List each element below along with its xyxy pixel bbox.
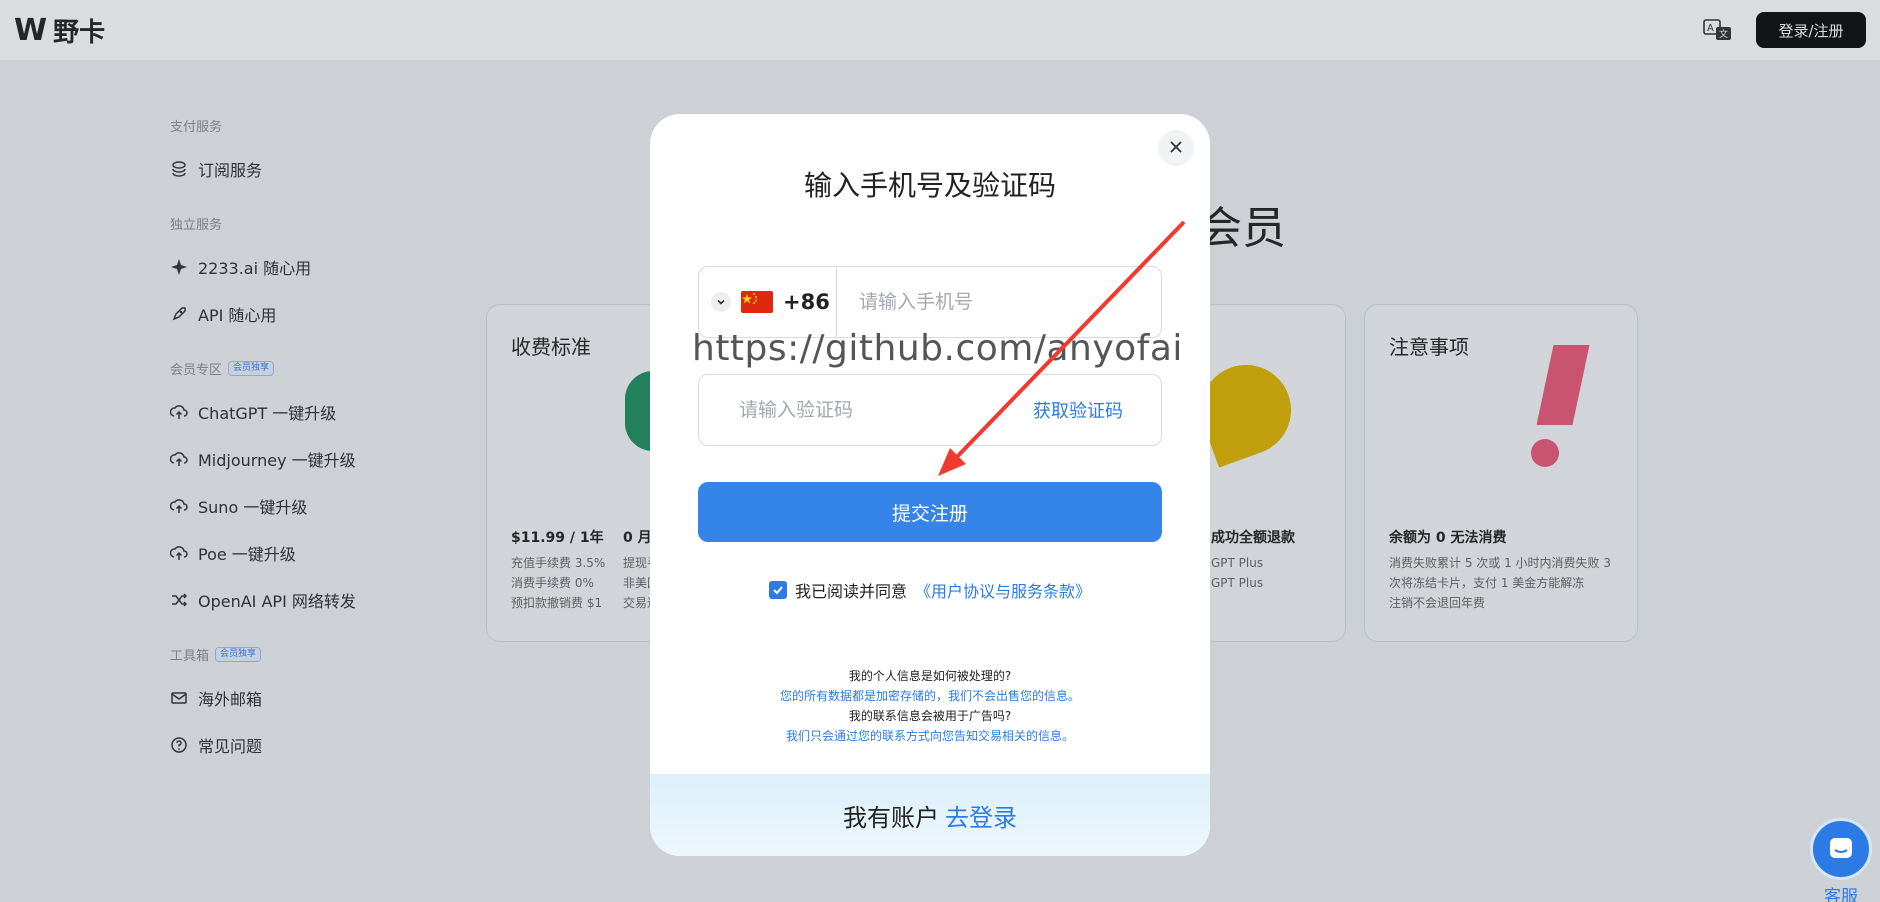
go-login-link[interactable]: 去登录 xyxy=(945,798,1017,833)
agree-text: 我已阅读并同意 xyxy=(794,582,907,601)
country-code-select[interactable]: +86 xyxy=(699,267,837,337)
get-code-button[interactable]: 获取验证码 xyxy=(1033,397,1161,423)
verification-code-input[interactable] xyxy=(699,375,1033,445)
support-label: 客服 xyxy=(1824,887,1858,902)
close-button[interactable] xyxy=(1158,130,1194,166)
china-flag-icon xyxy=(741,291,773,313)
register-modal: 输入手机号及验证码 +86 获取验证码 提交注册 我已阅读并同意 《用户协议与服… xyxy=(650,114,1210,856)
agree-checkbox[interactable] xyxy=(768,581,787,599)
privacy-faq: 我的个人信息是如何被处理的? 您的所有数据都是加密存储的，我们不会出售您的信息。… xyxy=(650,666,1210,746)
terms-link[interactable]: 《用户协议与服务条款》 xyxy=(915,578,1091,602)
faq-question: 我的个人信息是如何被处理的? xyxy=(848,669,1012,683)
modal-title: 输入手机号及验证码 xyxy=(803,169,1056,202)
faq-question: 我的联系信息会被用于广告吗? xyxy=(848,709,1012,723)
watermark-text: https://github.com/anyofai xyxy=(692,328,1183,369)
country-code-label: +86 xyxy=(783,290,830,314)
chat-icon xyxy=(1810,818,1872,880)
faq-answer: 您的所有数据都是加密存储的，我们不会出售您的信息。 xyxy=(779,689,1080,703)
customer-service-widget[interactable]: 客服 xyxy=(1810,818,1872,902)
agreement-row: 我已阅读并同意 《用户协议与服务条款》 xyxy=(650,578,1210,602)
faq-answer: 我们只会通过您的联系方式向您告知交易相关的信息。 xyxy=(785,729,1074,743)
close-icon xyxy=(1169,139,1183,158)
phone-input[interactable] xyxy=(837,267,1161,337)
submit-register-button[interactable]: 提交注册 xyxy=(698,482,1162,542)
modal-footer: 我有账户 去登录 xyxy=(650,774,1210,856)
chevron-down-icon xyxy=(711,292,731,312)
footer-text: 我有账户 xyxy=(843,803,939,832)
code-field-group: 获取验证码 xyxy=(698,374,1162,446)
